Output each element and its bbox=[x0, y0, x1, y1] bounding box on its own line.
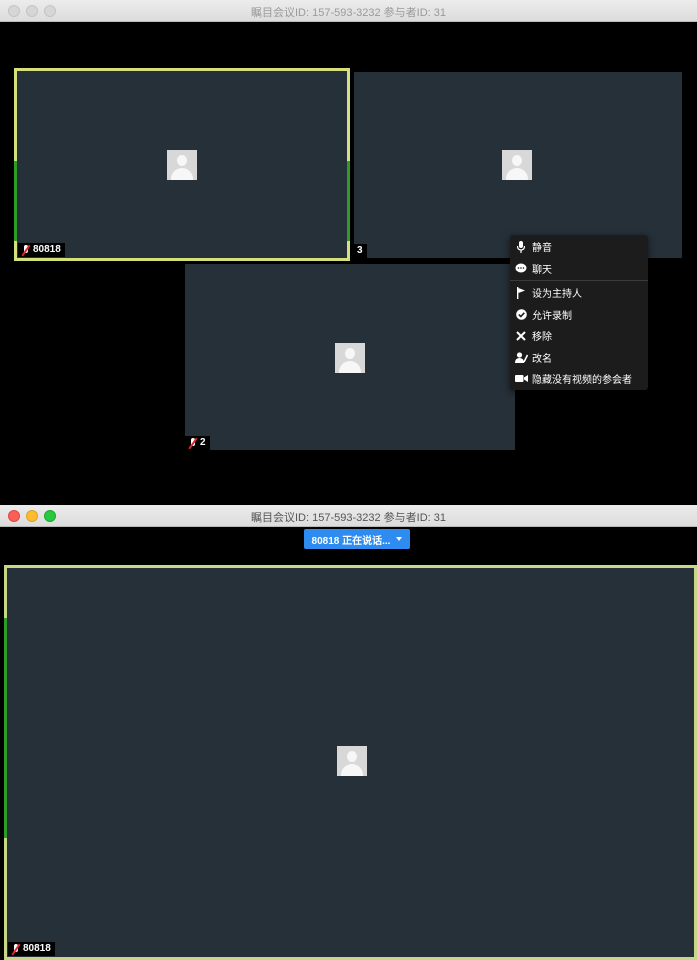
participant-name: 3 bbox=[357, 245, 363, 256]
menu-divider bbox=[510, 280, 648, 281]
menu-item-hide-non-video[interactable]: 隐藏没有视频的参会者 bbox=[510, 368, 648, 390]
active-speaker-dropdown-button[interactable]: 80818 正在说话... bbox=[304, 529, 410, 549]
participant-name-tag: 3 bbox=[354, 244, 367, 258]
menu-item-label: 允许录制 bbox=[532, 310, 572, 322]
menu-item-label: 设为主持人 bbox=[532, 289, 582, 301]
muted-microphone-icon bbox=[21, 244, 31, 256]
active-speaker-video-tile[interactable]: 80818 bbox=[4, 565, 697, 960]
title-bar[interactable]: 瞩目会议ID: 157-593-3232 参与者ID: 31 bbox=[0, 0, 697, 22]
avatar-placeholder-icon bbox=[337, 746, 367, 776]
participant-context-menu: 静音 聊天 设为主持人 允许录制 移除 改名 隐藏没有视频的参会者 bbox=[510, 235, 648, 390]
avatar-placeholder-icon bbox=[335, 343, 365, 373]
menu-item-remove[interactable]: 移除 bbox=[510, 325, 648, 347]
audio-level-bar bbox=[347, 161, 350, 241]
participant-name-tag: 2 bbox=[185, 436, 210, 450]
rename-user-icon bbox=[510, 352, 532, 363]
active-speaker-label: 80818 正在说话... bbox=[311, 535, 391, 547]
menu-item-chat[interactable]: 聊天 bbox=[510, 258, 648, 280]
menu-item-mute[interactable]: 静音 bbox=[510, 236, 648, 258]
video-camera-icon bbox=[510, 374, 532, 383]
window-title: 瞩目会议ID: 157-593-3232 参与者ID: 31 bbox=[250, 7, 447, 19]
close-icon bbox=[510, 331, 532, 341]
video-tile-2[interactable]: 2 bbox=[185, 264, 515, 450]
audio-level-bar bbox=[4, 618, 7, 838]
menu-item-label: 聊天 bbox=[532, 264, 552, 276]
chat-bubble-icon bbox=[510, 263, 532, 274]
zoom-gallery-window: 瞩目会议ID: 157-593-3232 参与者ID: 31 80818 3 2… bbox=[0, 0, 697, 505]
avatar-placeholder-icon bbox=[502, 150, 532, 180]
title-bar[interactable]: 瞩目会议ID: 157-593-3232 参与者ID: 31 bbox=[0, 505, 697, 527]
window-title: 瞩目会议ID: 157-593-3232 参与者ID: 31 bbox=[250, 512, 447, 524]
video-tile-3[interactable]: 3 bbox=[354, 72, 682, 258]
menu-item-label: 改名 bbox=[532, 353, 552, 365]
avatar-placeholder-icon bbox=[167, 150, 197, 180]
chevron-down-icon bbox=[396, 537, 403, 541]
flag-icon bbox=[510, 286, 532, 299]
participant-name: 2 bbox=[200, 437, 206, 448]
menu-item-label: 隐藏没有视频的参会者 bbox=[532, 375, 632, 387]
participant-name-tag: 80818 bbox=[8, 942, 55, 956]
video-tile-80818[interactable]: 80818 bbox=[14, 68, 350, 261]
check-circle-icon bbox=[510, 308, 532, 320]
menu-item-label: 移除 bbox=[532, 332, 552, 344]
participant-name: 80818 bbox=[33, 244, 61, 255]
muted-microphone-icon bbox=[188, 437, 198, 449]
menu-item-allow-record[interactable]: 允许录制 bbox=[510, 304, 648, 326]
muted-microphone-icon bbox=[11, 943, 21, 955]
menu-item-label: 静音 bbox=[532, 243, 552, 255]
participant-name-tag: 80818 bbox=[18, 243, 65, 257]
audio-level-bar bbox=[14, 161, 17, 241]
participant-name: 80818 bbox=[23, 943, 51, 954]
menu-item-rename[interactable]: 改名 bbox=[510, 347, 648, 369]
microphone-icon bbox=[510, 240, 532, 253]
zoom-speaker-window: 瞩目会议ID: 157-593-3232 参与者ID: 31 80818 正在说… bbox=[0, 505, 697, 960]
menu-item-make-host[interactable]: 设为主持人 bbox=[510, 282, 648, 304]
